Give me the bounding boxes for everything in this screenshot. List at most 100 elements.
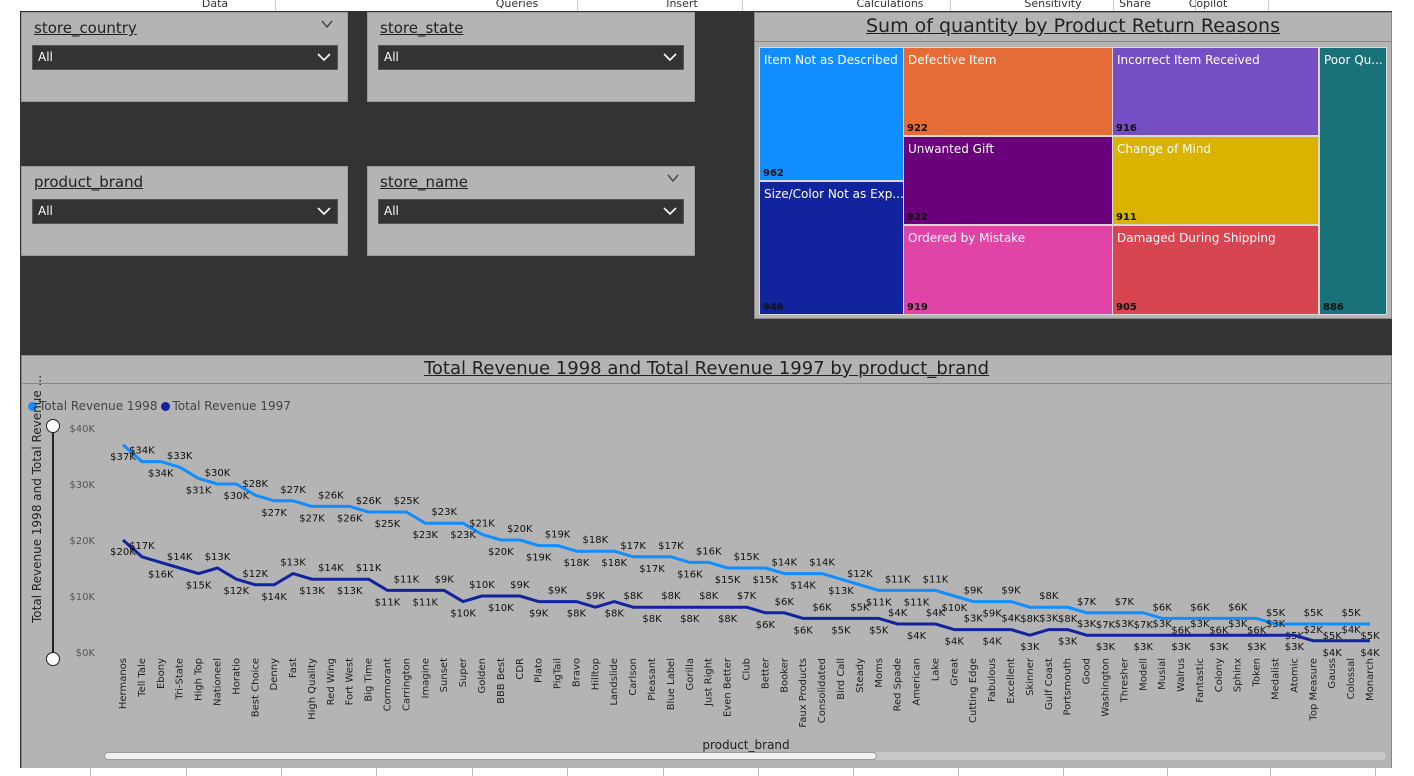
data-label: $4K [1341,625,1361,636]
data-label: $6K [794,625,814,636]
x-tick-label: Musial [1157,658,1168,690]
data-label: $3K [1247,642,1267,653]
data-label: $8K [718,614,738,625]
data-label: $5K [850,602,870,613]
slicer-dropdown[interactable]: All [378,199,684,224]
x-tick-label: Pleasant [647,658,658,701]
data-label: $5K [1266,608,1286,619]
data-label: $14K [790,581,816,592]
data-label: $7K [737,591,757,602]
page-tab-divider [1375,768,1376,776]
x-tick-label: Even Better [723,657,734,717]
data-label: $3K [1228,619,1248,630]
store-name-slicer[interactable]: store_name All [367,166,695,256]
page-tab-divider [90,768,91,776]
x-tick-label: Walrus [1176,658,1187,692]
treemap-tile[interactable]: Damaged During Shipping 905 [1112,225,1319,315]
x-tick-label: Gauss [1327,658,1338,689]
x-tick-label: Horatio [231,658,242,695]
slicer-dropdown[interactable]: All [378,45,684,70]
y-tick-label: $10K [69,592,95,603]
x-tick-label: Colony [1214,658,1225,692]
data-label: $4K [945,637,965,648]
treemap-visual[interactable]: Sum of quantity by Product Return Reason… [754,12,1392,319]
x-tick-label: Booker [779,657,790,693]
x-tick-label: Red Wing [326,658,337,705]
ribbon-tab[interactable]: Data [155,0,276,11]
data-label: $8K [680,614,700,625]
data-label: $11K [356,563,382,574]
data-label: $15K [734,552,760,563]
ribbon-tab[interactable]: Queries [457,0,578,11]
store-country-slicer[interactable]: store_country All [21,12,348,102]
collapse-caret-icon[interactable] [320,17,334,31]
tile-label: Size/Color Not as Exp... [764,187,904,201]
data-label: $23K [450,530,476,541]
collapse-caret-icon[interactable] [666,171,680,185]
tile-value: 919 [907,302,928,313]
data-label: $8K [1058,614,1078,625]
tile-value: 911 [1116,212,1137,223]
treemap-tile[interactable]: Poor Qu... 886 [1319,47,1387,315]
page-tab-divider [758,768,759,776]
data-label: $11K [904,597,930,608]
tile-label: Unwanted Gift [908,142,995,156]
treemap-tile[interactable]: Defective Item 922 [903,47,1113,136]
data-label: $14K [261,592,287,603]
data-label: $12K [847,569,873,580]
ribbon-tab[interactable]: Insert [622,0,743,11]
data-label: $13K [205,552,231,563]
tile-value: 962 [763,168,784,179]
x-tick-label: Ebony [156,658,167,689]
data-label: $4K [1323,648,1343,659]
treemap-tile[interactable]: Incorrect Item Received 916 [1112,47,1319,136]
ribbon-tab[interactable]: Calculations [830,0,951,11]
x-tick-label: Red Spade [893,658,904,712]
data-label: $4K [982,637,1002,648]
slicer-title: product_brand [34,173,144,191]
data-label: $3K [1171,642,1191,653]
treemap-tile[interactable]: Size/Color Not as Exp... 946 [759,181,907,315]
data-label: $13K [337,586,363,597]
treemap-tile[interactable]: Item Not as Described 962 [759,47,907,181]
data-label: $6K [812,602,832,613]
store-state-slicer[interactable]: store_state All [367,12,695,102]
data-label: $16K [148,569,174,580]
data-label: $13K [280,558,306,569]
data-label: $3K [964,614,984,625]
horizontal-scrollbar[interactable] [104,752,1386,760]
chart-plot-area: $0K $10K $20K $30K $40K Hermanos Tell Tale Ebon… [69,424,1380,728]
treemap-tile[interactable]: Change of Mind 911 [1112,136,1319,225]
scrollbar-thumb[interactable] [104,752,877,760]
ribbon-tab[interactable]: Copilot [1148,0,1269,11]
data-label: $15K [753,575,779,586]
data-label: $15K [186,581,212,592]
data-label: $10K [942,603,968,614]
product-brand-slicer[interactable]: product_brand All [21,166,348,256]
treemap-tile[interactable]: Ordered by Mistake 919 [903,225,1113,315]
slicer-dropdown[interactable]: All [32,45,338,70]
line-chart-visual[interactable]: Total Revenue 1998 and Total Revenue 199… [21,355,1392,769]
data-label: $4K [888,608,908,619]
x-tick-label: Washington [1100,658,1111,717]
x-tick-label: Fast [288,658,299,678]
data-label: $6K [775,597,795,608]
data-label: $5K [1341,608,1361,619]
slicer-dropdown[interactable]: All [32,199,338,224]
tile-label: Incorrect Item Received [1117,53,1260,67]
data-label: $26K [318,490,344,501]
treemap-tile[interactable]: Unwanted Gift 922 [903,136,1113,225]
page-tab-divider [186,768,187,776]
x-tick-label: Fantastic [1195,658,1206,703]
x-tick-label: Fort West [345,658,356,705]
tile-value: 905 [1116,302,1137,313]
x-tick-label: Hermanos [118,658,129,709]
data-label: $8K [623,591,643,602]
data-label: $9K [529,609,549,620]
data-label: $27K [280,485,306,496]
x-tick-label: Sphinx [1233,658,1244,692]
y-tick-label: $40K [69,424,95,435]
title-divider [755,41,1391,42]
x-tick-label: Blue Label [666,658,677,710]
x-tick-label: Atomic [1289,658,1300,693]
